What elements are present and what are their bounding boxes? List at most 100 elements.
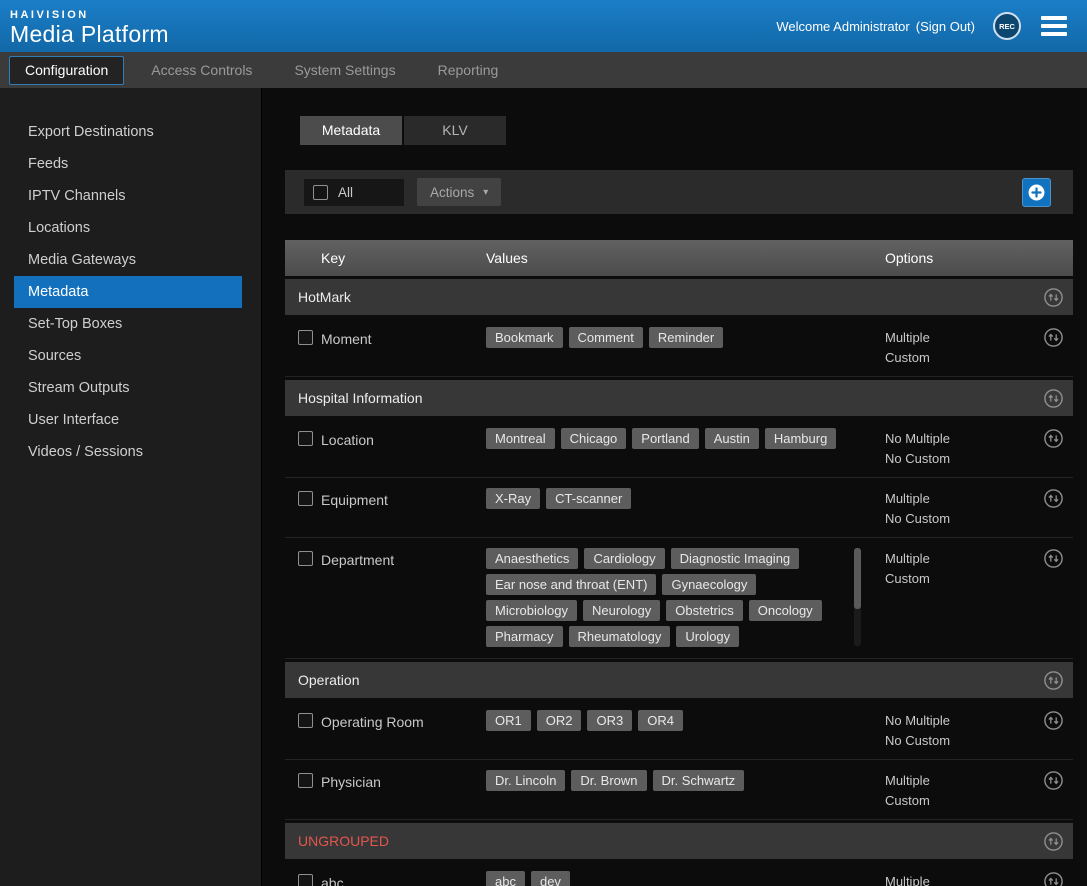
value-tag: Hamburg bbox=[765, 428, 836, 449]
sidebar-item-export-destinations[interactable]: Export Destinations bbox=[14, 116, 242, 148]
import-export-icon[interactable] bbox=[1033, 831, 1073, 852]
import-export-icon[interactable] bbox=[1033, 768, 1073, 791]
sign-out-link[interactable]: (Sign Out) bbox=[916, 19, 975, 34]
row-key-label: Operating Room bbox=[321, 708, 481, 730]
value-tag: OR2 bbox=[537, 710, 582, 731]
main-content: MetadataKLV All Actions ▾ Key bbox=[262, 88, 1087, 886]
nav-tab-access-controls[interactable]: Access Controls bbox=[130, 52, 273, 88]
import-export-icon[interactable] bbox=[1033, 708, 1073, 731]
row-values: BookmarkCommentReminder bbox=[481, 325, 871, 351]
sidebar-item-stream-outputs[interactable]: Stream Outputs bbox=[14, 372, 242, 404]
option-label: Custom bbox=[885, 569, 1033, 589]
tab-metadata[interactable]: Metadata bbox=[300, 116, 402, 145]
row-checkbox[interactable] bbox=[298, 330, 313, 345]
import-export-icon[interactable] bbox=[1033, 426, 1073, 449]
actions-label: Actions bbox=[430, 185, 474, 200]
row-values: abcdev bbox=[481, 869, 871, 886]
row-checkbox[interactable] bbox=[298, 551, 313, 566]
sidebar-item-user-interface[interactable]: User Interface bbox=[14, 404, 242, 436]
metadata-row-operating-room[interactable]: Operating RoomOR1OR2OR3OR4No MultipleNo … bbox=[285, 700, 1073, 760]
value-tag: Pharmacy bbox=[486, 626, 563, 647]
sidebar-item-metadata[interactable]: Metadata bbox=[14, 276, 242, 308]
import-export-icon[interactable] bbox=[1033, 325, 1073, 348]
group-title: Hospital Information bbox=[285, 390, 1033, 406]
row-checkbox[interactable] bbox=[298, 431, 313, 446]
option-label: No Custom bbox=[885, 449, 1033, 469]
metadata-row-abc[interactable]: abcabcdevMultipleNo Custom bbox=[285, 861, 1073, 886]
brand-logo: HAIVISION Media Platform bbox=[10, 7, 169, 46]
row-key-label: abc bbox=[321, 869, 481, 886]
import-export-icon[interactable] bbox=[1033, 287, 1073, 308]
values-scrollbar[interactable] bbox=[854, 548, 861, 646]
option-label: Multiple bbox=[885, 328, 1033, 348]
row-key-label: Physician bbox=[321, 768, 481, 790]
row-options: MultipleCustom bbox=[871, 768, 1033, 811]
main-nav: ConfigurationAccess ControlsSystem Setti… bbox=[0, 52, 1087, 88]
toolbar: All Actions ▾ bbox=[285, 170, 1073, 214]
import-export-icon[interactable] bbox=[1033, 388, 1073, 409]
import-export-icon[interactable] bbox=[1033, 670, 1073, 691]
group-header-ungrouped: UNGROUPED bbox=[285, 823, 1073, 859]
value-tag: X-Ray bbox=[486, 488, 540, 509]
add-metadata-button[interactable] bbox=[1022, 178, 1051, 207]
group-header-hotmark: HotMark bbox=[285, 279, 1073, 315]
import-export-icon[interactable] bbox=[1033, 869, 1073, 886]
row-checkbox[interactable] bbox=[298, 874, 313, 886]
actions-button[interactable]: Actions ▾ bbox=[417, 178, 501, 206]
value-tag: Urology bbox=[676, 626, 739, 647]
column-header-key: Key bbox=[321, 250, 481, 266]
metadata-row-physician[interactable]: PhysicianDr. LincolnDr. BrownDr. Schwart… bbox=[285, 760, 1073, 820]
value-tag: abc bbox=[486, 871, 525, 886]
plus-icon bbox=[1028, 184, 1045, 201]
option-label: No Multiple bbox=[885, 711, 1033, 731]
group-header-operation: Operation bbox=[285, 662, 1073, 698]
content-tabs: MetadataKLV bbox=[285, 116, 1073, 145]
metadata-row-location[interactable]: LocationMontrealChicagoPortlandAustinHam… bbox=[285, 418, 1073, 478]
rec-indicator[interactable]: REC bbox=[993, 12, 1021, 40]
row-checkbox[interactable] bbox=[298, 713, 313, 728]
metadata-row-equipment[interactable]: EquipmentX-RayCT-scannerMultipleNo Custo… bbox=[285, 478, 1073, 538]
sidebar-item-locations[interactable]: Locations bbox=[14, 212, 242, 244]
select-all-checkbox[interactable] bbox=[313, 185, 328, 200]
option-label: Custom bbox=[885, 791, 1033, 811]
nav-tab-configuration[interactable]: Configuration bbox=[9, 56, 124, 85]
row-checkbox[interactable] bbox=[298, 491, 313, 506]
sidebar-item-media-gateways[interactable]: Media Gateways bbox=[14, 244, 242, 276]
value-tag: Neurology bbox=[583, 600, 660, 621]
option-label: Custom bbox=[885, 348, 1033, 368]
import-export-icon[interactable] bbox=[1033, 546, 1073, 569]
value-tag: dev bbox=[531, 871, 570, 886]
sidebar-item-videos-sessions[interactable]: Videos / Sessions bbox=[14, 436, 242, 468]
group-title: UNGROUPED bbox=[285, 833, 1033, 849]
import-export-icon[interactable] bbox=[1033, 486, 1073, 509]
row-options: MultipleNo Custom bbox=[871, 486, 1033, 529]
row-values: OR1OR2OR3OR4 bbox=[481, 708, 871, 734]
row-key-label: Moment bbox=[321, 325, 481, 347]
nav-tab-reporting[interactable]: Reporting bbox=[417, 52, 520, 88]
metadata-row-moment[interactable]: MomentBookmarkCommentReminder MultipleCus… bbox=[285, 317, 1073, 377]
sidebar-item-iptv-channels[interactable]: IPTV Channels bbox=[14, 180, 242, 212]
scrollbar-thumb[interactable] bbox=[854, 548, 861, 609]
nav-tab-system-settings[interactable]: System Settings bbox=[273, 52, 416, 88]
metadata-row-department[interactable]: DepartmentAnaestheticsCardiologyDiagnost… bbox=[285, 538, 1073, 659]
sidebar-item-set-top-boxes[interactable]: Set-Top Boxes bbox=[14, 308, 242, 340]
value-tag: Austin bbox=[705, 428, 759, 449]
row-checkbox[interactable] bbox=[298, 773, 313, 788]
value-tag: OR4 bbox=[638, 710, 683, 731]
caret-down-icon: ▾ bbox=[483, 187, 488, 198]
metadata-table: Key Values Options HotMarkMomentBookmark… bbox=[285, 240, 1073, 886]
value-tag: Anaesthetics bbox=[486, 548, 578, 569]
group-title: Operation bbox=[285, 672, 1033, 688]
option-label: Multiple bbox=[885, 771, 1033, 791]
sidebar-item-sources[interactable]: Sources bbox=[14, 340, 242, 372]
hamburger-menu-icon[interactable] bbox=[1039, 12, 1069, 40]
tab-klv[interactable]: KLV bbox=[404, 116, 506, 145]
sidebar-item-feeds[interactable]: Feeds bbox=[14, 148, 242, 180]
value-tag: OR3 bbox=[587, 710, 632, 731]
option-label: No Multiple bbox=[885, 429, 1033, 449]
row-options: MultipleNo Custom bbox=[871, 869, 1033, 886]
select-all-box[interactable]: All bbox=[304, 179, 404, 206]
row-key-label: Department bbox=[321, 546, 481, 568]
value-tag: Portland bbox=[632, 428, 698, 449]
sidebar: Export DestinationsFeedsIPTV ChannelsLoc… bbox=[0, 88, 262, 886]
